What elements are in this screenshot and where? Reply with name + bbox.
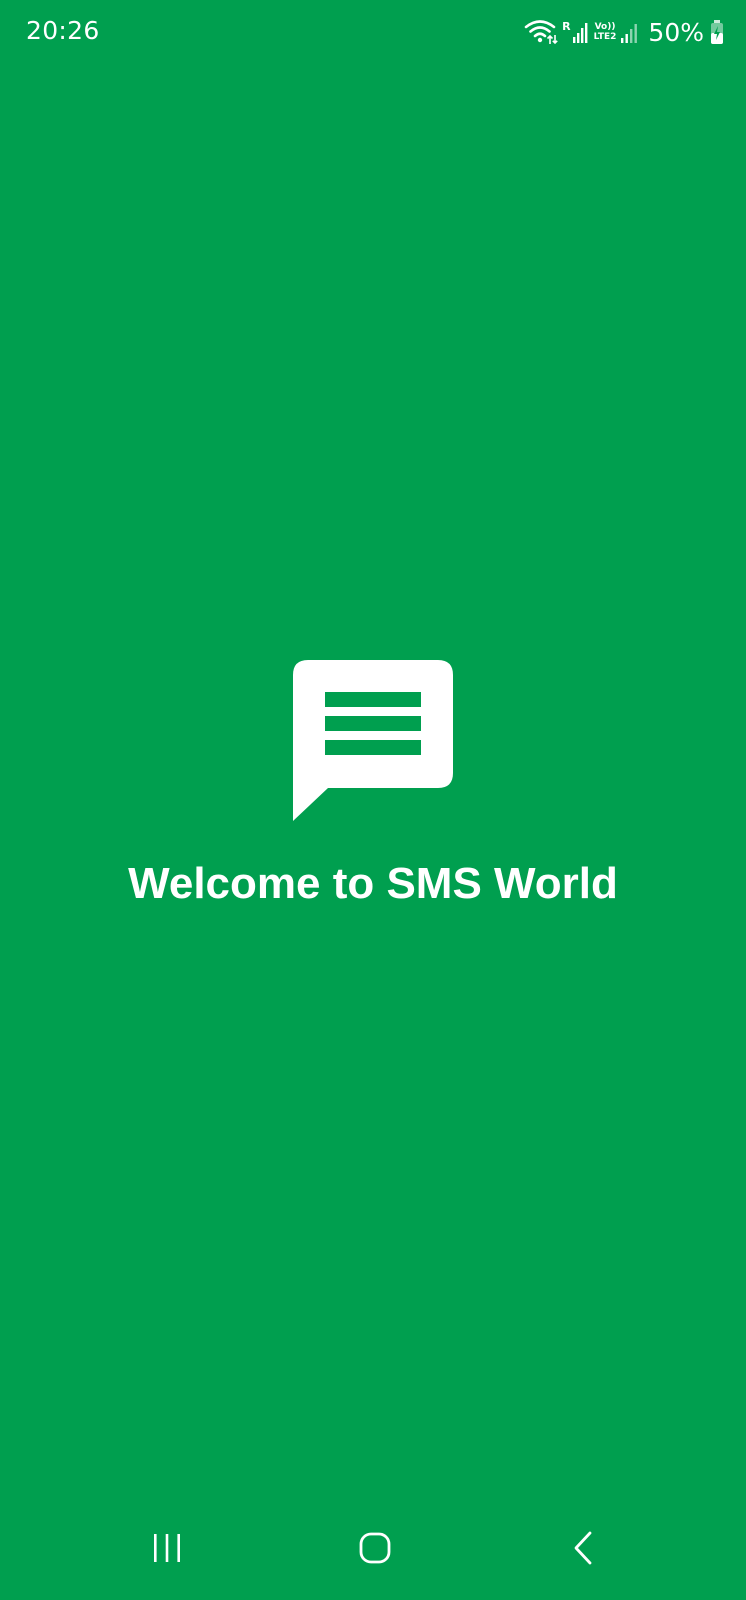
back-icon <box>571 1530 595 1571</box>
status-time: 20:26 <box>26 16 100 45</box>
roaming-letter: R <box>562 20 571 33</box>
recents-button[interactable] <box>135 1518 199 1582</box>
battery-percent: 50% <box>648 17 704 47</box>
recents-icon <box>150 1532 184 1569</box>
status-bar: 20:26 R Vo)) LTE2 50% <box>0 0 746 66</box>
navigation-bar <box>0 1500 746 1600</box>
home-icon <box>358 1531 392 1570</box>
volte-lte2-icon: Vo)) LTE2 <box>594 22 617 42</box>
volte-label: Vo)) <box>594 22 616 32</box>
signal-icon <box>620 20 640 44</box>
wifi-icon <box>524 18 558 46</box>
message-bubble-icon <box>292 659 454 821</box>
back-button[interactable] <box>551 1518 615 1582</box>
status-icons: R Vo)) LTE2 50% <box>520 14 724 50</box>
welcome-title: Welcome to SMS World <box>128 859 618 908</box>
home-button[interactable] <box>343 1518 407 1582</box>
roaming-signal-icon: R <box>562 20 588 44</box>
battery-charging-icon <box>710 19 724 45</box>
lte-label: LTE2 <box>593 32 617 42</box>
